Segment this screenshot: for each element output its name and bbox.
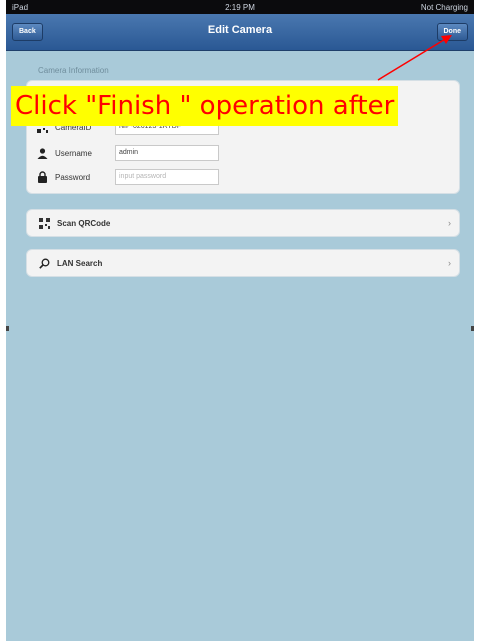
username-field[interactable]: admin [115, 145, 219, 161]
search-icon [37, 256, 51, 270]
section-header-camera-info: Camera Information [38, 66, 109, 75]
password-row: Password input password [27, 165, 459, 189]
chevron-right-icon: › [448, 258, 451, 268]
lan-search-button[interactable]: LAN Search › [26, 249, 460, 277]
qr-code-icon [37, 216, 51, 230]
status-time: 2:19 PM [225, 2, 255, 12]
status-bar: iPad 2:19 PM Not Charging [6, 0, 474, 14]
scan-qrcode-button[interactable]: Scan QRCode › [26, 209, 460, 237]
lan-search-label: LAN Search [57, 258, 103, 268]
password-field[interactable]: input password [115, 169, 219, 185]
battery-status: Not Charging [420, 2, 468, 12]
scan-qrcode-label: Scan QRCode [57, 218, 111, 228]
username-row: Username admin [27, 141, 459, 165]
password-label: Password [55, 172, 91, 182]
page-title: Edit Camera [207, 24, 273, 36]
navigation-bar: Back Edit Camera Done [6, 14, 474, 51]
left-edge-marker [6, 326, 9, 331]
right-edge-marker [471, 326, 474, 331]
user-icon [35, 146, 49, 160]
lock-icon [35, 170, 49, 184]
done-button[interactable]: Done [436, 23, 468, 41]
chevron-right-icon: › [448, 218, 451, 228]
carrier-label: iPad [12, 2, 29, 12]
instruction-annotation: Click "Finish " operation after [11, 86, 399, 126]
username-label: Username [55, 148, 92, 158]
